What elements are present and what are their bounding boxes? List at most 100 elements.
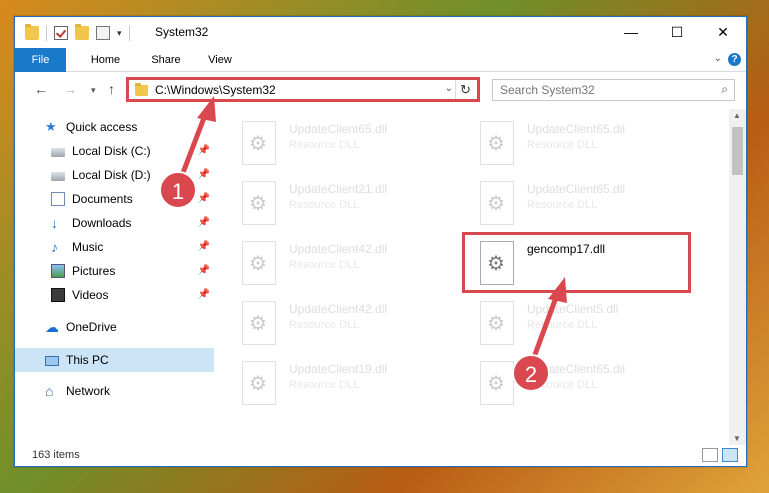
search-box[interactable]: ⌕ (492, 79, 735, 101)
close-button[interactable]: ✕ (700, 17, 746, 47)
details-view-icon[interactable] (702, 448, 718, 462)
callout-step-1: 1 (159, 171, 197, 209)
sidebar-item-label: Pictures (72, 264, 116, 278)
file-name: UpdateClient65.dll (527, 122, 626, 136)
documents-icon (51, 192, 65, 206)
gear-icon: ⚙ (249, 193, 267, 215)
file-name: UpdateClient42.dll (289, 302, 388, 316)
sidebar-item-onedrive[interactable]: ☁ OneDrive (15, 315, 214, 339)
status-bar: 163 items (15, 445, 746, 467)
recent-locations-icon[interactable]: ▾ (91, 85, 96, 96)
expand-ribbon-icon[interactable]: ⌄ (714, 53, 722, 64)
toolbar-separator (46, 25, 47, 41)
tab-file[interactable]: File (15, 48, 66, 72)
tab-share[interactable]: Share (143, 48, 189, 72)
sidebar-item-label: Documents (72, 192, 133, 206)
window-title: System32 (155, 25, 209, 39)
drive-icon (51, 172, 65, 181)
file-item[interactable]: ⚙ UpdateClient65.dll Resource DLL (242, 117, 472, 173)
highlight-box-file (462, 232, 691, 293)
file-item[interactable]: ⚙ UpdateClient42.dll Resource DLL (242, 297, 472, 353)
file-item[interactable]: ⚙ UpdateClient5.dll Resource DLL (480, 297, 710, 353)
file-item[interactable]: ⚙ UpdateClient21.dll Resource DLL (242, 177, 472, 233)
sidebar-item-local-disk-c[interactable]: Local Disk (C:) 📌 (15, 139, 214, 163)
dll-file-icon: ⚙ (480, 181, 514, 225)
search-icon[interactable]: ⌕ (721, 82, 728, 97)
customize-toolbar-icon[interactable]: ▾ (117, 28, 122, 39)
back-arrow-icon[interactable]: ← (34, 81, 48, 97)
sidebar-item-this-pc[interactable]: This PC (15, 348, 214, 372)
sidebar-item-label: Quick access (66, 120, 138, 134)
dll-file-icon: ⚙ (480, 121, 514, 165)
address-bar[interactable]: C:\Windows\System32 ⌄ ↻ (126, 77, 480, 102)
sidebar-item-label: This PC (66, 353, 109, 367)
properties-icon[interactable] (96, 26, 110, 40)
large-icons-view-icon[interactable] (722, 448, 738, 462)
pin-icon[interactable]: 📌 (198, 193, 210, 204)
scroll-down-icon[interactable]: ▼ (733, 434, 741, 443)
file-type: Resource DLL (527, 319, 598, 331)
toolbar-separator (128, 25, 130, 41)
pin-icon[interactable]: 📌 (198, 169, 210, 180)
dll-file-icon: ⚙ (480, 361, 514, 405)
music-icon: ♪ (51, 239, 58, 255)
pin-icon[interactable]: 📌 (198, 265, 210, 276)
file-name: UpdateClient42.dll (289, 242, 388, 256)
ribbon-tabs: File Home Share View ⌄ ? (15, 48, 746, 72)
sidebar-item-label: Local Disk (D:) (72, 168, 151, 182)
cloud-icon: ☁ (45, 319, 59, 335)
sidebar-item-downloads[interactable]: ↓ Downloads 📌 (15, 211, 214, 235)
file-item[interactable]: ⚙ UpdateClient42.dll Resource DLL (242, 237, 472, 293)
file-item[interactable]: ⚙ UpdateClient19.dll Resource DLL (242, 357, 472, 413)
file-name: UpdateClient19.dll (289, 362, 388, 376)
sidebar-item-pictures[interactable]: Pictures 📌 (15, 259, 214, 283)
dll-file-icon: ⚙ (242, 121, 276, 165)
gear-icon: ⚙ (249, 133, 267, 155)
new-folder-icon[interactable] (75, 24, 89, 40)
computer-icon (45, 356, 59, 366)
tab-home[interactable]: Home (78, 48, 133, 72)
maximize-button[interactable]: ☐ (654, 17, 700, 47)
star-icon: ★ (45, 119, 57, 134)
gear-icon: ⚙ (249, 373, 267, 395)
pin-icon[interactable]: 📌 (198, 241, 210, 252)
address-dropdown-icon[interactable]: ⌄ (445, 83, 453, 94)
sidebar-item-label: Music (72, 240, 104, 254)
sidebar-item-label: Local Disk (C:) (72, 144, 151, 158)
file-type: Resource DLL (289, 379, 360, 391)
pin-icon[interactable]: 📌 (198, 217, 210, 228)
properties-check-icon[interactable] (54, 26, 68, 40)
network-icon: ⌂ (45, 383, 54, 399)
folder-icon (135, 83, 148, 96)
address-path[interactable]: C:\Windows\System32 (155, 83, 276, 97)
up-arrow-icon[interactable]: ↑ (108, 81, 115, 97)
folder-icon (25, 24, 39, 40)
sidebar-item-quick-access[interactable]: ★ Quick access (15, 115, 214, 139)
vertical-scrollbar[interactable]: ▲ ▼ (729, 109, 746, 445)
file-type: Resource DLL (289, 319, 360, 331)
refresh-icon[interactable]: ↻ (455, 80, 475, 99)
title-bar: ▾ System32 — ☐ ✕ (15, 17, 746, 48)
minimize-button[interactable]: — (608, 17, 654, 47)
pin-icon[interactable]: 📌 (198, 289, 210, 300)
search-input[interactable] (493, 80, 703, 100)
file-type: Resource DLL (289, 139, 360, 151)
help-icon[interactable]: ? (728, 53, 741, 66)
navigation-pane: ★ Quick access Local Disk (C:) 📌 Local D… (15, 115, 214, 445)
pin-icon[interactable]: 📌 (198, 145, 210, 156)
scroll-thumb[interactable] (732, 127, 743, 175)
tab-view[interactable]: View (200, 48, 240, 72)
dll-file-icon: ⚙ (242, 241, 276, 285)
sidebar-item-videos[interactable]: Videos 📌 (15, 283, 214, 307)
file-type: Resource DLL (289, 199, 360, 211)
file-name: UpdateClient21.dll (289, 182, 388, 196)
sidebar-item-music[interactable]: ♪ Music 📌 (15, 235, 214, 259)
sidebar-item-label: OneDrive (66, 320, 117, 334)
file-item[interactable]: ⚙ UpdateClient65.dll Resource DLL (480, 117, 710, 173)
sidebar-item-network[interactable]: ⌂ Network (15, 379, 214, 403)
file-item[interactable]: ⚙ UpdateClient65.dll Resource DLL (480, 177, 710, 233)
forward-arrow-icon[interactable]: → (63, 81, 77, 97)
gear-icon: ⚙ (487, 193, 505, 215)
scroll-up-icon[interactable]: ▲ (733, 111, 741, 120)
pictures-icon (51, 264, 65, 278)
